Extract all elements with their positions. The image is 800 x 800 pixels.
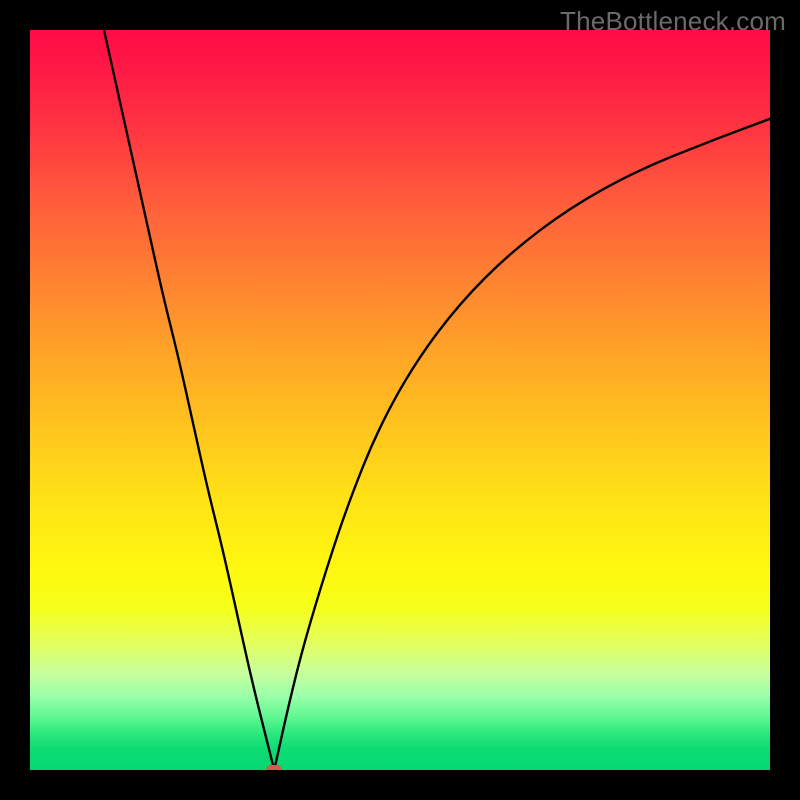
vertex-marker	[266, 765, 282, 770]
chart-frame: TheBottleneck.com	[0, 0, 800, 800]
plot-area	[30, 30, 770, 770]
watermark-text: TheBottleneck.com	[560, 6, 786, 37]
bottleneck-curve	[30, 30, 770, 770]
curve-path	[104, 30, 770, 770]
